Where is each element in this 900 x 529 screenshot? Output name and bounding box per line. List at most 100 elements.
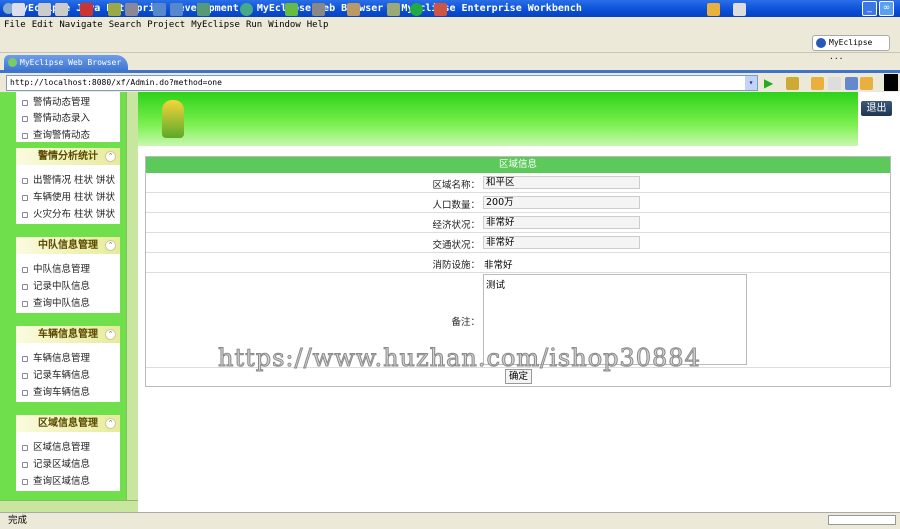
view-menu-icon[interactable]: [884, 74, 898, 91]
section-title: 区域信息管理: [38, 418, 98, 429]
globe-icon: [8, 58, 17, 67]
field-input[interactable]: 非常好: [483, 236, 640, 249]
app-tray-icon[interactable]: ∞: [879, 1, 894, 16]
sidebar-item[interactable]: 查询车辆信息: [22, 384, 90, 398]
deploy2-icon[interactable]: [170, 3, 183, 16]
field-label: 经济状况：: [432, 220, 480, 231]
field-label: 消防设施：: [432, 260, 480, 271]
sidebar-item[interactable]: 出警情况 柱状 饼状: [22, 172, 115, 186]
sidebar-item[interactable]: 警情动态录入: [22, 110, 90, 124]
form-row: 经济状况： 非常好: [146, 213, 890, 233]
sidebar-section-header[interactable]: 警情分析统计 ⌃: [16, 148, 120, 165]
perspective-myeclipse[interactable]: MyEclipse ...: [812, 35, 890, 61]
sidebar-item[interactable]: 记录区域信息: [22, 456, 90, 470]
field-input[interactable]: 200万: [483, 196, 640, 209]
chevron-down-icon[interactable]: ▾: [745, 76, 757, 90]
sidebar-item[interactable]: 警情动态管理: [22, 94, 90, 108]
refresh-icon[interactable]: [860, 77, 873, 90]
globe-icon[interactable]: [240, 3, 253, 16]
external-tools-icon[interactable]: [434, 3, 447, 16]
menu-search[interactable]: Search: [109, 20, 142, 30]
menu-window[interactable]: Window: [268, 20, 301, 30]
forward-icon[interactable]: [828, 77, 841, 90]
section-title: 中队信息管理: [38, 240, 98, 251]
collapse-icon[interactable]: ⌃: [105, 240, 116, 251]
sidebar-vertical-scrollbar[interactable]: [126, 92, 138, 500]
form-row: 人口数量： 200万: [146, 193, 890, 213]
run-icon[interactable]: [410, 3, 423, 16]
sidebar-item[interactable]: 记录车辆信息: [22, 367, 90, 381]
go-icon[interactable]: ▶: [764, 76, 773, 90]
debug-icon[interactable]: [108, 3, 121, 16]
status-bar: 完成: [0, 512, 900, 528]
header-banner: [138, 92, 858, 146]
back-icon[interactable]: [811, 77, 824, 90]
stop-icon[interactable]: [845, 77, 858, 90]
sidebar-item[interactable]: 查询区域信息: [22, 473, 90, 487]
section-title: 车辆信息管理: [38, 329, 98, 340]
remark-text: 测试: [486, 280, 506, 291]
open-type-icon[interactable]: [312, 3, 325, 16]
window-title: MyEclipse Java Enterprise Development - …: [16, 3, 582, 14]
back-icon[interactable]: [707, 3, 720, 16]
deploy-icon[interactable]: [153, 3, 166, 16]
collapse-icon[interactable]: ⌃: [105, 151, 116, 162]
exit-button[interactable]: 退出: [861, 101, 892, 116]
collapse-icon[interactable]: ⌃: [105, 329, 116, 340]
sidebar-item[interactable]: 车辆使用 柱状 饼状: [22, 189, 115, 203]
menu-help[interactable]: Help: [307, 20, 329, 30]
logo-icon: [162, 100, 184, 138]
new-icon[interactable]: [12, 3, 25, 16]
web-project-icon[interactable]: [197, 3, 210, 16]
collapse-icon[interactable]: ⌃: [105, 418, 116, 429]
tab-web-browser[interactable]: MyEclipse Web Browser ✕: [4, 55, 128, 83]
field-label: 区域名称：: [432, 180, 480, 191]
settings-icon[interactable]: [387, 3, 400, 16]
tools-icon[interactable]: [347, 3, 360, 16]
tab-label: MyEclipse Web Browser: [20, 58, 122, 67]
sidebar-section-header[interactable]: 中队信息管理 ⌃: [16, 237, 120, 254]
minimize-button[interactable]: _: [862, 1, 877, 16]
sidebar-item[interactable]: 区域信息管理: [22, 439, 90, 453]
menu-project[interactable]: Project: [147, 20, 185, 30]
menu-file[interactable]: File: [4, 20, 26, 30]
url-input[interactable]: http://localhost:8080/xf/Admin.do?method…: [6, 75, 758, 91]
url-text: http://localhost:8080/xf/Admin.do?method…: [10, 78, 222, 87]
favorites-icon[interactable]: [786, 77, 799, 90]
sidebar: 警情动态管理 警情动态录入 查询警情动态 警情分析统计 ⌃ 出警情况 柱状 饼状 车辆…: [0, 92, 138, 512]
form-title: 区域信息: [146, 157, 890, 173]
print-icon[interactable]: [55, 3, 68, 16]
browser-content: 警情动态管理 警情动态录入 查询警情动态 警情分析统计 ⌃ 出警情况 柱状 饼状 车辆…: [0, 92, 900, 512]
sidebar-item[interactable]: 火灾分布 柱状 饼状: [22, 206, 115, 220]
watermark: https://www.huzhan.com/ishop30884: [218, 344, 701, 373]
form-row: 消防设施： 非常好: [146, 253, 890, 273]
sidebar-horizontal-scrollbar[interactable]: [0, 500, 138, 512]
save-icon[interactable]: [38, 3, 51, 16]
status-text: 完成: [8, 515, 28, 526]
sidebar-section-header[interactable]: 车辆信息管理 ⌃: [16, 326, 120, 343]
field-input[interactable]: 和平区: [483, 176, 640, 189]
field-input[interactable]: 非常好: [483, 216, 640, 229]
package-icon[interactable]: [80, 3, 93, 16]
server-icon[interactable]: [125, 3, 138, 16]
field-value: 非常好: [484, 260, 513, 271]
field-label: 人口数量：: [432, 200, 480, 211]
sidebar-section-header[interactable]: 区域信息管理 ⌃: [16, 415, 120, 432]
menu-run[interactable]: Run: [246, 20, 262, 30]
menu-navigate[interactable]: Navigate: [59, 20, 102, 30]
menu-bar: File Edit Navigate Search Project MyEclipse Ru…: [0, 17, 900, 33]
menu-edit[interactable]: Edit: [32, 20, 54, 30]
toolbar: [0, 33, 900, 53]
sidebar-item[interactable]: 查询中队信息: [22, 295, 90, 309]
menu-myeclipse[interactable]: MyEclipse: [191, 20, 240, 30]
tab-underline: [0, 70, 900, 73]
sidebar-item[interactable]: 中队信息管理: [22, 261, 90, 275]
forward-icon[interactable]: [733, 3, 746, 16]
progress-bar: [828, 515, 896, 525]
sidebar-item[interactable]: 车辆信息管理: [22, 350, 90, 364]
form-row: 区域名称： 和平区: [146, 173, 890, 193]
add-icon[interactable]: [285, 3, 298, 16]
section-title: 警情分析统计: [38, 151, 98, 162]
sidebar-item[interactable]: 查询警情动态: [22, 127, 90, 141]
sidebar-item[interactable]: 记录中队信息: [22, 278, 90, 292]
